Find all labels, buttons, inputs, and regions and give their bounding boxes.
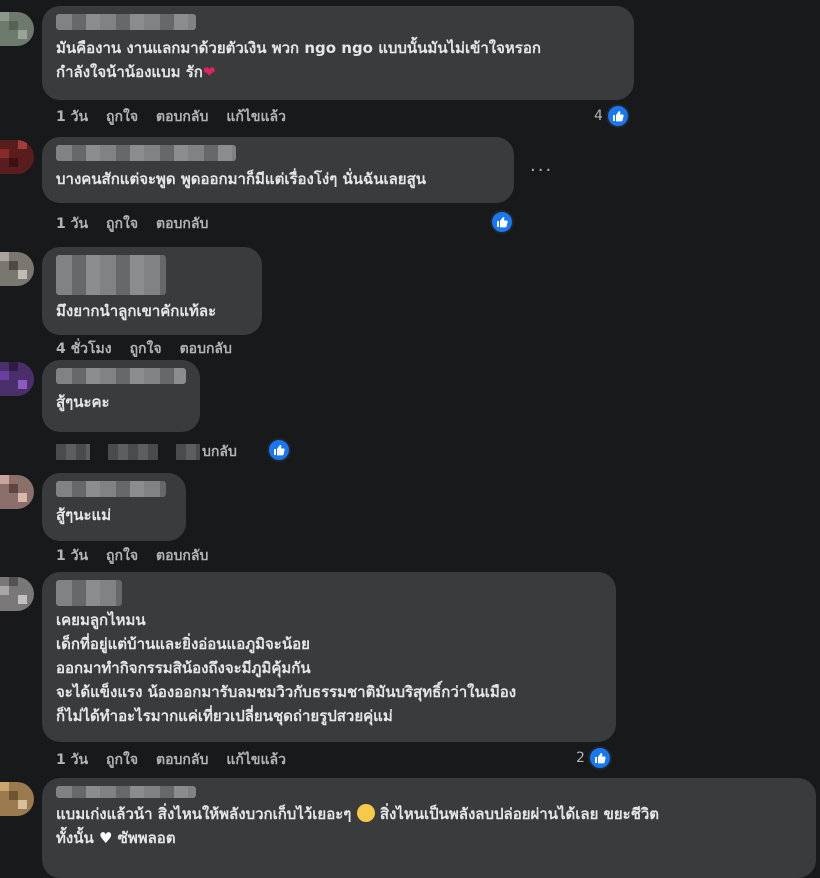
thumbs-up-icon: [267, 438, 291, 462]
smiling-face-emoji: [356, 804, 375, 822]
avatar[interactable]: [0, 362, 34, 396]
commenter-name-blurred[interactable]: [56, 481, 166, 497]
reply-link[interactable]: ตอบกลับ: [156, 109, 208, 125]
reply-link[interactable]: บกลับ: [202, 444, 237, 460]
comment-text-line: เด็กที่อยู่แต่บ้านและยิ่งอ่อนแอภูมิจะน้อ…: [56, 635, 310, 653]
commenter-name-blurred[interactable]: [56, 580, 122, 606]
comment-actions: บกลับ: [56, 441, 255, 463]
comment-text-line: มึงยากนำลูกเขาคักแท้ละ: [56, 302, 217, 320]
reply-link[interactable]: ตอบกลับ: [156, 548, 208, 564]
timestamp[interactable]: 1 วัน: [56, 548, 88, 564]
comment-bubble: บางคนสักแต่จะพูด พูดออกมาก็มีแต่เรื่องโง…: [42, 137, 514, 203]
timestamp-blurred: [56, 444, 90, 460]
comment-text-line: จะได้แข็งแรง น้องออกมารับลมชมวิวกับธรรมช…: [56, 683, 517, 701]
white-heart-emoji: ♥: [98, 829, 113, 847]
comment-bubble: สู้ๆนะแม่: [42, 473, 186, 541]
commenter-name-blurred[interactable]: [56, 255, 166, 295]
comment-actions: 1 วัน ถูกใจ ตอบกลับ: [56, 213, 226, 235]
timestamp[interactable]: 4 ชั่วโมง: [56, 341, 112, 357]
like-link[interactable]: ถูกใจ: [106, 109, 138, 125]
comment-bubble: สู้ๆนะคะ: [42, 360, 200, 432]
comment-text-line: ทั้งนั้น ♥ ซัพพลอต: [56, 829, 176, 847]
timestamp[interactable]: 1 วัน: [56, 109, 88, 125]
reply-link-blurred: [176, 444, 200, 460]
comment-bubble: แบมเก่งแล้วน้า สิ่งไหนให้พลังบวกเก็บไว้เ…: [42, 778, 816, 878]
reaction-count[interactable]: [267, 438, 291, 462]
thumbs-up-icon: [490, 210, 514, 234]
like-link-blurred: [108, 444, 158, 460]
commenter-name-blurred[interactable]: [56, 145, 236, 161]
red-heart-emoji: ❤: [202, 63, 216, 81]
comment-text-line: กำลังใจน้าน้องแบม รัก❤: [56, 63, 216, 81]
like-link[interactable]: ถูกใจ: [106, 752, 138, 768]
comment-bubble: เคยมลูกไหมน เด็กที่อยู่แต่บ้านและยิ่งอ่อ…: [42, 572, 616, 742]
thumbs-up-icon: [605, 104, 630, 128]
comment-text-line: สู้ๆนะแม่: [56, 506, 112, 524]
reaction-count[interactable]: [490, 210, 514, 234]
reaction-count[interactable]: 2: [576, 746, 612, 770]
like-link[interactable]: ถูกใจ: [106, 216, 138, 232]
comment-text-line: ออกมาทำกิจกรรมสิน้องถึงจะมีภูมิคุ้มกัน: [56, 659, 311, 677]
like-count: 4: [594, 108, 603, 124]
avatar[interactable]: [0, 12, 34, 46]
reply-link[interactable]: ตอบกลับ: [156, 752, 208, 768]
avatar[interactable]: [0, 140, 34, 174]
avatar[interactable]: [0, 475, 34, 509]
like-count: 2: [576, 750, 585, 766]
comment-bubble: มันคืองาน งานแลกมาด้วยตัวเงิน พวก ngo ng…: [42, 6, 634, 100]
timestamp[interactable]: 1 วัน: [56, 216, 88, 232]
reaction-count[interactable]: 4: [594, 104, 630, 128]
comment-text-line: แบมเก่งแล้วน้า สิ่งไหนให้พลังบวกเก็บไว้เ…: [56, 804, 660, 823]
avatar[interactable]: [0, 252, 34, 286]
comment-text-line: เคยมลูกไหมน: [56, 611, 146, 629]
avatar[interactable]: [0, 577, 34, 611]
reply-link[interactable]: ตอบกลับ: [156, 216, 208, 232]
comment-text-line: บางคนสักแต่จะพูด พูดออกมาก็มีแต่เรื่องโง…: [56, 170, 426, 188]
comment-text-line: สู้ๆนะคะ: [56, 393, 110, 411]
avatar[interactable]: [0, 782, 34, 816]
comment-text-line: มันคืองาน งานแลกมาด้วยตัวเงิน พวก ngo ng…: [56, 39, 541, 57]
thumbs-up-icon: [587, 746, 612, 770]
comment-actions: 1 วัน ถูกใจ ตอบกลับ แก้ไขแล้ว: [56, 749, 304, 771]
comment-text-line: ก็ไม่ได้ทำอะไรมากแค่เที่ยวเปลี่ยนชุดถ่าย…: [56, 707, 393, 725]
more-options-button[interactable]: ···: [530, 160, 553, 181]
comment-actions: 1 วัน ถูกใจ ตอบกลับ: [56, 545, 226, 567]
commenter-name-blurred[interactable]: [56, 368, 186, 384]
comment-actions: 1 วัน ถูกใจ ตอบกลับ แก้ไขแล้ว: [56, 106, 304, 128]
like-link[interactable]: ถูกใจ: [130, 341, 162, 357]
edited-label: แก้ไขแล้ว: [226, 109, 286, 125]
comment-bubble: มึงยากนำลูกเขาคักแท้ละ: [42, 247, 262, 335]
timestamp[interactable]: 1 วัน: [56, 752, 88, 768]
commenter-name-blurred[interactable]: [56, 14, 196, 30]
reply-link[interactable]: ตอบกลับ: [180, 341, 232, 357]
comment-actions: 4 ชั่วโมง ถูกใจ ตอบกลับ: [56, 338, 250, 360]
like-link[interactable]: ถูกใจ: [106, 548, 138, 564]
edited-label: แก้ไขแล้ว: [226, 752, 286, 768]
commenter-name-blurred[interactable]: [56, 786, 196, 798]
